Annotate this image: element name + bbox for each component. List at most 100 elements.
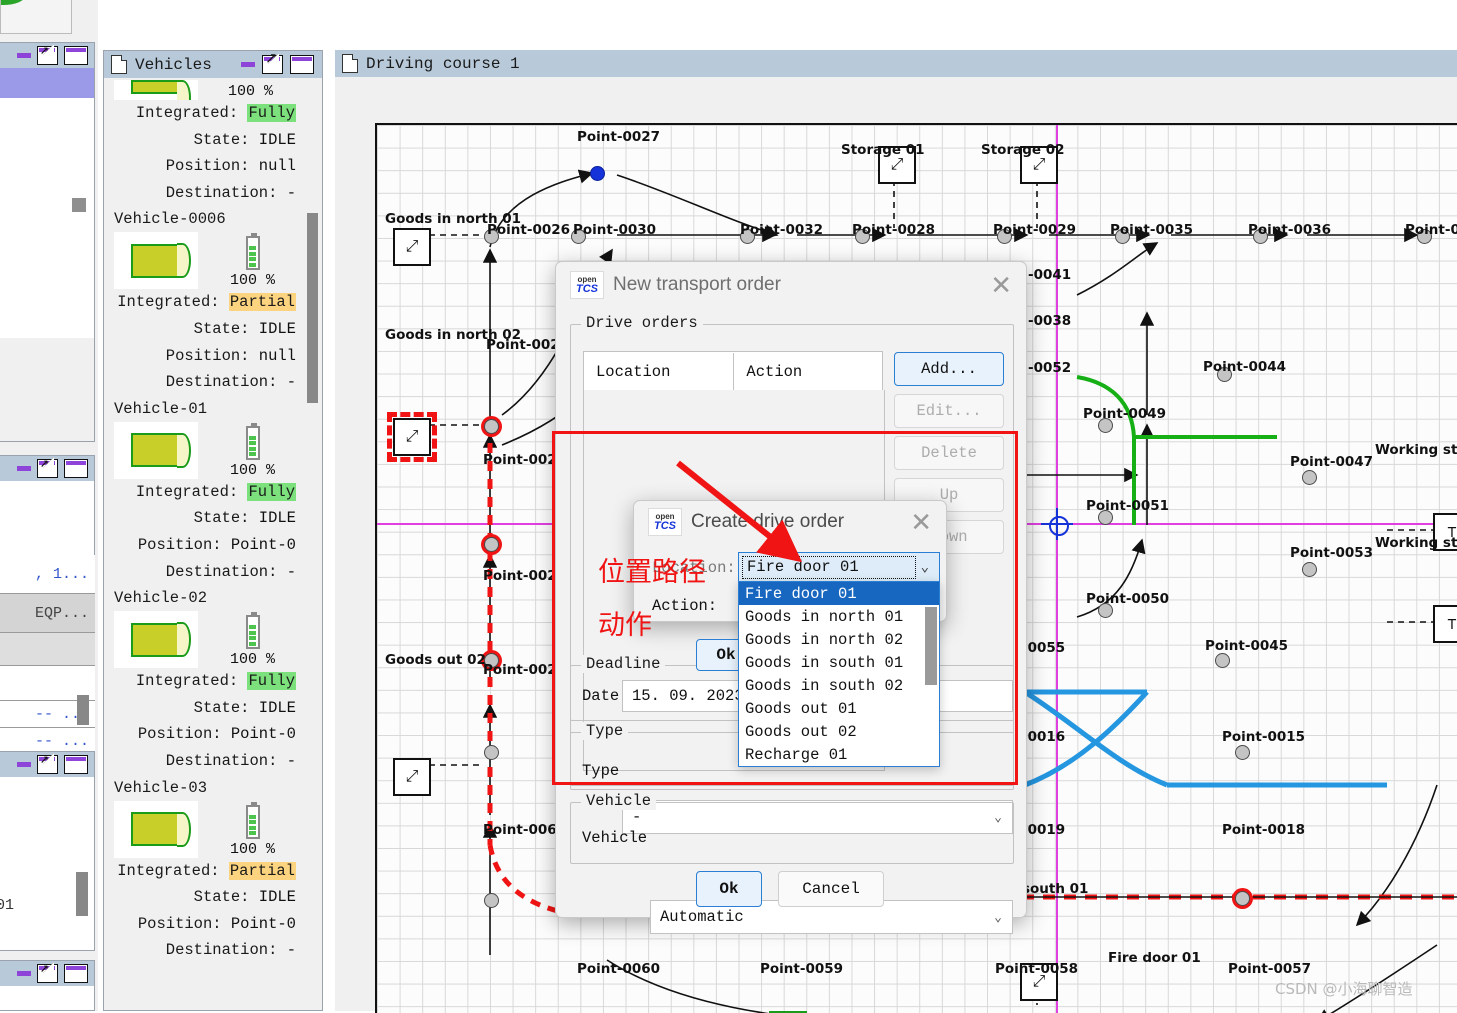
far-left-panel-4[interactable]: ↗	[0, 960, 95, 1011]
map-point-label: Point-0047	[1290, 454, 1374, 470]
vehicle-position-row: Position: Point-0	[137, 914, 296, 933]
cancel-button[interactable]: Cancel	[778, 871, 884, 907]
document-icon	[111, 55, 127, 74]
map-point-label: Point-0	[1405, 222, 1457, 238]
edit-button[interactable]: Edit...	[894, 394, 1004, 428]
location-goods-out-02[interactable]: ⤢	[393, 758, 431, 796]
dropdown-option[interactable]: Goods in north 01	[739, 605, 939, 628]
float-window-icon[interactable]: ↗	[37, 961, 58, 983]
maximize-icon[interactable]	[64, 46, 88, 65]
vehicles-panel-title-text: Vehicles	[135, 55, 212, 74]
float-window-icon[interactable]: ↗	[37, 43, 58, 65]
map-node-point-0045[interactable]	[1215, 653, 1230, 668]
map-node-point-0065[interactable]	[484, 893, 499, 908]
table-row[interactable]: EQP...	[0, 594, 95, 633]
maximize-icon[interactable]	[64, 755, 88, 774]
vehicle-integrated-row: Integrated: Fully	[135, 482, 296, 501]
vehicle-entry[interactable]: Vehicle-03 100 % Integrated: Partial State:…	[104, 775, 322, 964]
map-node-point-0024[interactable]	[484, 537, 499, 552]
minimize-icon[interactable]	[17, 971, 31, 976]
map-point-label: -0019	[1022, 822, 1066, 838]
float-window-icon[interactable]: ↗	[37, 752, 58, 774]
location-working-station-2[interactable]: ⊤	[1433, 605, 1457, 643]
vehicle-name: Vehicle-02	[114, 589, 208, 608]
minimize-icon[interactable]	[17, 762, 31, 767]
maximize-icon[interactable]	[64, 964, 88, 983]
dropdown-scroll-thumb[interactable]	[925, 607, 937, 685]
map-node-point-0047[interactable]	[1302, 470, 1317, 485]
vehicle-destination-row: Destination: -	[165, 373, 296, 392]
far-left-table[interactable]: , 1... EQP... -- ... -- ...	[0, 555, 95, 755]
maximize-icon[interactable]	[290, 55, 314, 74]
dropdown-option[interactable]: Goods in north 02	[739, 628, 939, 651]
scroll-thumb[interactable]	[77, 695, 89, 725]
integrated-value: Partial	[228, 293, 296, 312]
location-dropdown-list[interactable]: Fire door 01 Goods in north 01 Goods in no…	[738, 581, 940, 767]
vehicle-entry[interactable]: Vehicle-01 100 % Integrated: Fully State: I…	[104, 396, 322, 585]
map-node-point-0027[interactable]	[590, 166, 605, 181]
far-left-panel-3[interactable]: ↗ -01	[0, 751, 95, 951]
delete-button[interactable]: Delete	[894, 436, 1004, 470]
map-point-label: Point-0065	[483, 822, 567, 838]
battery-percent: 100 %	[230, 840, 276, 858]
map-point-label: Point-0059	[760, 961, 844, 977]
battery-percent: 100 %	[230, 651, 276, 669]
dropdown-option[interactable]: Recharge 01	[739, 743, 939, 766]
far-left-top-stub	[0, 0, 72, 34]
vehicle-integrated-row: Integrated: Fully	[104, 100, 322, 127]
vehicles-scroll-thumb[interactable]	[307, 213, 318, 403]
state-label: State:	[193, 130, 250, 149]
vehicle-destination-row: Destination: -	[165, 562, 296, 581]
map-node-point-0053[interactable]	[1302, 562, 1317, 577]
annotation-chinese-line-2: 动作	[598, 610, 652, 641]
ok-button[interactable]: Ok	[696, 871, 762, 907]
map-point-label: -0052	[1028, 360, 1072, 376]
dropdown-option[interactable]: Goods out 02	[739, 720, 939, 743]
float-window-icon[interactable]: ↗	[37, 456, 58, 478]
document-icon	[342, 54, 358, 73]
table-row[interactable]: , 1...	[0, 555, 95, 594]
minimize-icon[interactable]	[241, 62, 255, 67]
battery-icon	[245, 801, 260, 839]
map-location-label: Storage 02	[981, 142, 1065, 158]
minimize-icon[interactable]	[17, 53, 31, 58]
close-icon[interactable]: ✕	[990, 272, 1012, 298]
maximize-icon[interactable]	[64, 459, 88, 478]
map-node-point-0025[interactable]	[484, 419, 499, 434]
vehicle-state-row: State: IDLE	[104, 127, 322, 154]
vehicles-list[interactable]: 100 % Integrated: Fully State: IDLE Posi…	[104, 78, 322, 1010]
vehicle-entry[interactable]: Vehicle-02 100 % Integrated: Fully State: I…	[104, 585, 322, 774]
dropdown-option[interactable]: Fire door 01	[739, 582, 939, 605]
dropdown-option[interactable]: Goods in south 02	[739, 674, 939, 697]
map-node-point-0015[interactable]	[1235, 745, 1250, 760]
add-button[interactable]: Add...	[894, 352, 1004, 386]
float-window-icon[interactable]: ↗	[262, 52, 283, 74]
vehicle-state-row: State: IDLE	[193, 509, 296, 528]
far-left-panel-1[interactable]: ↗	[0, 42, 95, 442]
vehicle-entry[interactable]: Vehicle-0006 100 % Integrated: Partial Stat…	[104, 206, 322, 395]
vehicle-position-row: Position: Point-0	[137, 535, 296, 554]
scroll-thumb[interactable]	[72, 198, 86, 212]
map-point-label: Point-0035	[1110, 222, 1194, 238]
create-order-title-text: Create drive order	[691, 511, 845, 532]
far-left-panel-1-body[interactable]	[0, 98, 94, 338]
table-row[interactable]	[0, 633, 95, 666]
minimize-icon[interactable]	[17, 466, 31, 471]
close-icon[interactable]: ✕	[910, 509, 932, 535]
map-node-point-0018[interactable]	[1235, 891, 1250, 906]
map-point-label: Point-0051	[1086, 498, 1170, 514]
far-left-panel-3-header: ↗	[0, 752, 94, 777]
map-point-label: Point-0030	[573, 222, 657, 238]
map-point-label: Point-0050	[1086, 591, 1170, 607]
location-goods-in-north-01[interactable]: ⤢	[393, 228, 431, 266]
dropdown-option[interactable]: Goods in south 01	[739, 651, 939, 674]
location-combo-box[interactable]: Fire door 01 ⌄	[738, 552, 940, 582]
annotation-chinese-line-1: 位置路径	[598, 557, 706, 588]
scroll-thumb[interactable]	[76, 872, 88, 916]
location-goods-in-north-02[interactable]: ⤢	[387, 412, 437, 462]
map-node-point-0022[interactable]	[484, 745, 499, 760]
dropdown-option[interactable]: Goods out 01	[739, 697, 939, 720]
far-left-panel-2-header: ↗	[0, 456, 94, 481]
vehicle-card: 100 %	[104, 611, 322, 669]
vehicle-card: 100 %	[104, 232, 322, 290]
